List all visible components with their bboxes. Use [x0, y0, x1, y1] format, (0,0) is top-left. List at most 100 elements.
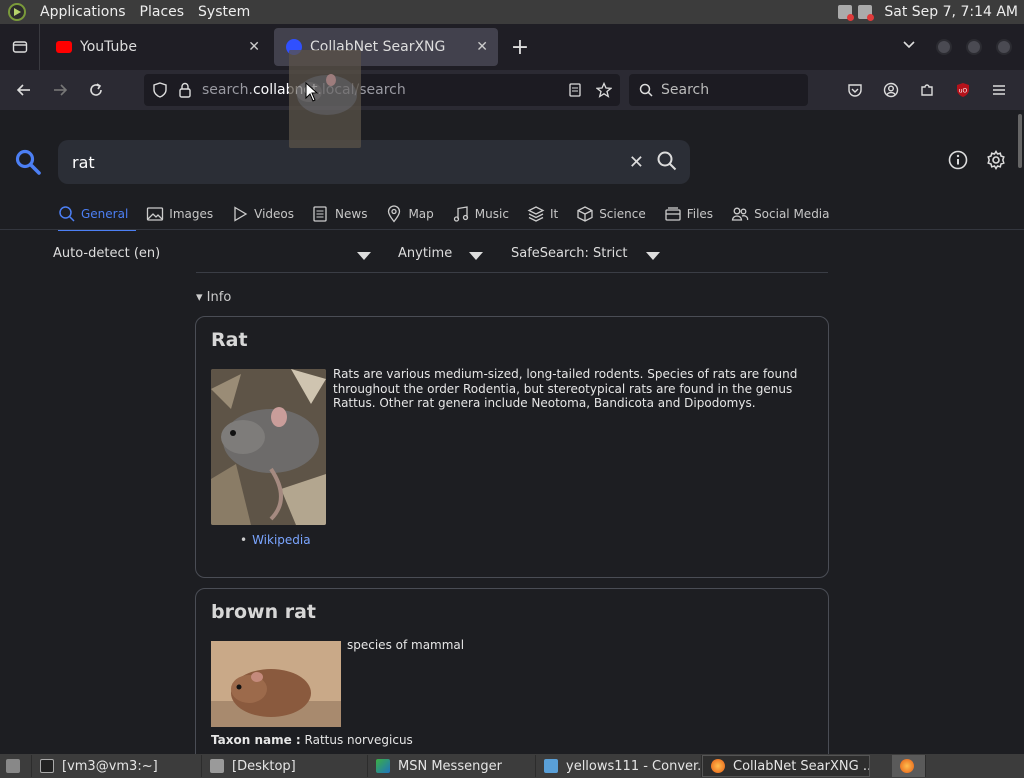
query-text: rat [72, 152, 95, 172]
tab-videos[interactable]: Videos [231, 200, 312, 228]
menu-places[interactable]: Places [140, 4, 185, 20]
network-disconnected-icon[interactable] [838, 5, 855, 21]
lock-icon[interactable] [178, 82, 192, 98]
language-dropdown-icon[interactable] [357, 252, 371, 260]
reader-mode-icon[interactable] [568, 83, 582, 97]
taskbar-item-msn[interactable]: MSN Messenger [368, 755, 536, 777]
bottom-taskbar: [vm3@vm3:~] [Desktop] MSN Messenger yell… [0, 754, 1024, 778]
account-icon [883, 82, 899, 98]
tab-social-media[interactable]: Social Media [731, 200, 847, 228]
network-disconnected-icon-2[interactable] [858, 5, 875, 21]
reload-button[interactable] [78, 74, 114, 106]
tab-label: Map [408, 207, 434, 221]
list-all-tabs-icon[interactable] [889, 38, 929, 56]
taskbar-item-firefox[interactable]: CollabNet SearXNG ... [702, 755, 870, 777]
time-range-dropdown-icon[interactable] [469, 252, 483, 260]
close-window-button[interactable] [996, 39, 1012, 55]
minimize-button[interactable] [936, 39, 952, 55]
infobox-title: Rat [211, 329, 248, 351]
tab-label: Social Media [754, 207, 830, 221]
ublock-icon: uO [957, 83, 969, 97]
tab-general[interactable]: General [58, 200, 146, 231]
clear-query-icon[interactable]: ✕ [629, 152, 644, 173]
show-desktop-button[interactable] [0, 755, 32, 777]
info-icon[interactable] [948, 150, 968, 170]
close-tab-icon[interactable]: ✕ [248, 39, 260, 55]
back-arrow-icon [16, 84, 30, 96]
workspace-switcher[interactable] [892, 755, 926, 777]
youtube-icon [56, 41, 72, 53]
tab-news[interactable]: News [312, 200, 385, 228]
pocket-icon [848, 84, 862, 97]
taskbar-item-terminal[interactable]: [vm3@vm3:~] [32, 755, 202, 777]
tab-map[interactable]: Map [385, 200, 451, 228]
taskbar-item-conversation[interactable]: yellows111 - Conver... [536, 755, 702, 777]
search-icon [639, 83, 653, 97]
tab-images[interactable]: Images [146, 200, 231, 228]
menu-applications[interactable]: Applications [40, 4, 126, 20]
location-pin-icon [388, 205, 401, 223]
tab-strip: YouTube ✕ CollabNet SearXNG ✕ + [0, 24, 1024, 70]
pocket-button[interactable] [840, 74, 870, 106]
info-toggle-label: Info [206, 290, 232, 305]
settings-gear-icon[interactable] [986, 150, 1006, 170]
wikipedia-link[interactable]: Wikipedia [240, 533, 311, 547]
app-menu-button[interactable] [984, 74, 1014, 106]
page-scrollbar[interactable] [1018, 114, 1022, 168]
url-bar[interactable]: search. collabnet .local/search [144, 74, 620, 106]
applications-icon[interactable] [8, 3, 26, 21]
msn-messenger-icon [376, 759, 390, 773]
show-desktop-icon [6, 759, 20, 773]
rat-photo[interactable] [211, 369, 326, 525]
taskbar-label: [vm3@vm3:~] [62, 758, 158, 774]
shield-icon[interactable] [152, 82, 168, 98]
safesearch-dropdown-icon[interactable] [646, 252, 660, 260]
info-toggle[interactable]: ▾ Info [196, 290, 231, 305]
forward-button[interactable] [42, 74, 78, 106]
tab-science[interactable]: Science [576, 200, 664, 228]
search-submit-icon[interactable] [656, 150, 678, 172]
new-tab-button[interactable]: + [502, 35, 538, 60]
firefox-view-button[interactable] [0, 24, 40, 70]
tab-files[interactable]: Files [664, 200, 731, 228]
taxon-value: Rattus norvegicus [304, 733, 413, 747]
infobox-description: species of mammal [347, 638, 465, 652]
forward-arrow-icon [54, 84, 68, 96]
time-range-select[interactable]: Anytime [398, 246, 452, 261]
close-tab-icon[interactable]: ✕ [476, 39, 488, 55]
infobox-brown-rat: brown rat species of mammal Taxon name :… [195, 588, 829, 754]
tab-youtube[interactable]: YouTube ✕ [44, 28, 270, 66]
tab-label: Science [599, 207, 646, 221]
back-button[interactable] [6, 74, 42, 106]
newspaper-icon [313, 206, 327, 222]
language-select[interactable]: Auto-detect (en) [53, 246, 160, 261]
search-input[interactable]: Search [629, 74, 808, 106]
searxng-logo-icon[interactable] [14, 148, 42, 176]
bookmark-star-icon[interactable] [596, 82, 612, 98]
header-divider [0, 229, 1024, 230]
infobox-description: Rats are various medium-sized, long-tail… [333, 367, 798, 410]
people-icon [731, 207, 749, 221]
infobox-rat: Rat Rats are various medium-sized, long-… [195, 316, 829, 578]
extensions-button[interactable] [912, 74, 942, 106]
folder-icon [210, 759, 224, 773]
tab-label: News [335, 207, 368, 221]
account-button[interactable] [876, 74, 906, 106]
mouse-cursor-icon [305, 82, 319, 102]
firefox-view-icon [12, 41, 27, 53]
safesearch-select[interactable]: SafeSearch: Strict [511, 246, 628, 261]
category-tabs: General Images Videos News Map Music It [58, 200, 848, 231]
ublock-button[interactable]: uO [948, 74, 978, 106]
menu-system[interactable]: System [198, 4, 250, 20]
clock[interactable]: Sat Sep 7, 7:14 AM [884, 4, 1018, 20]
maximize-button[interactable] [966, 39, 982, 55]
file-tray-icon [665, 207, 681, 221]
terminal-icon [40, 759, 54, 773]
query-input[interactable]: rat ✕ [58, 140, 690, 184]
reload-icon [90, 83, 102, 96]
taskbar-item-desktop[interactable]: [Desktop] [202, 755, 368, 777]
brown-rat-photo[interactable] [211, 641, 341, 727]
taxon-label: Taxon name : [211, 733, 301, 747]
tab-music[interactable]: Music [452, 200, 527, 228]
tab-it[interactable]: It [527, 200, 576, 228]
